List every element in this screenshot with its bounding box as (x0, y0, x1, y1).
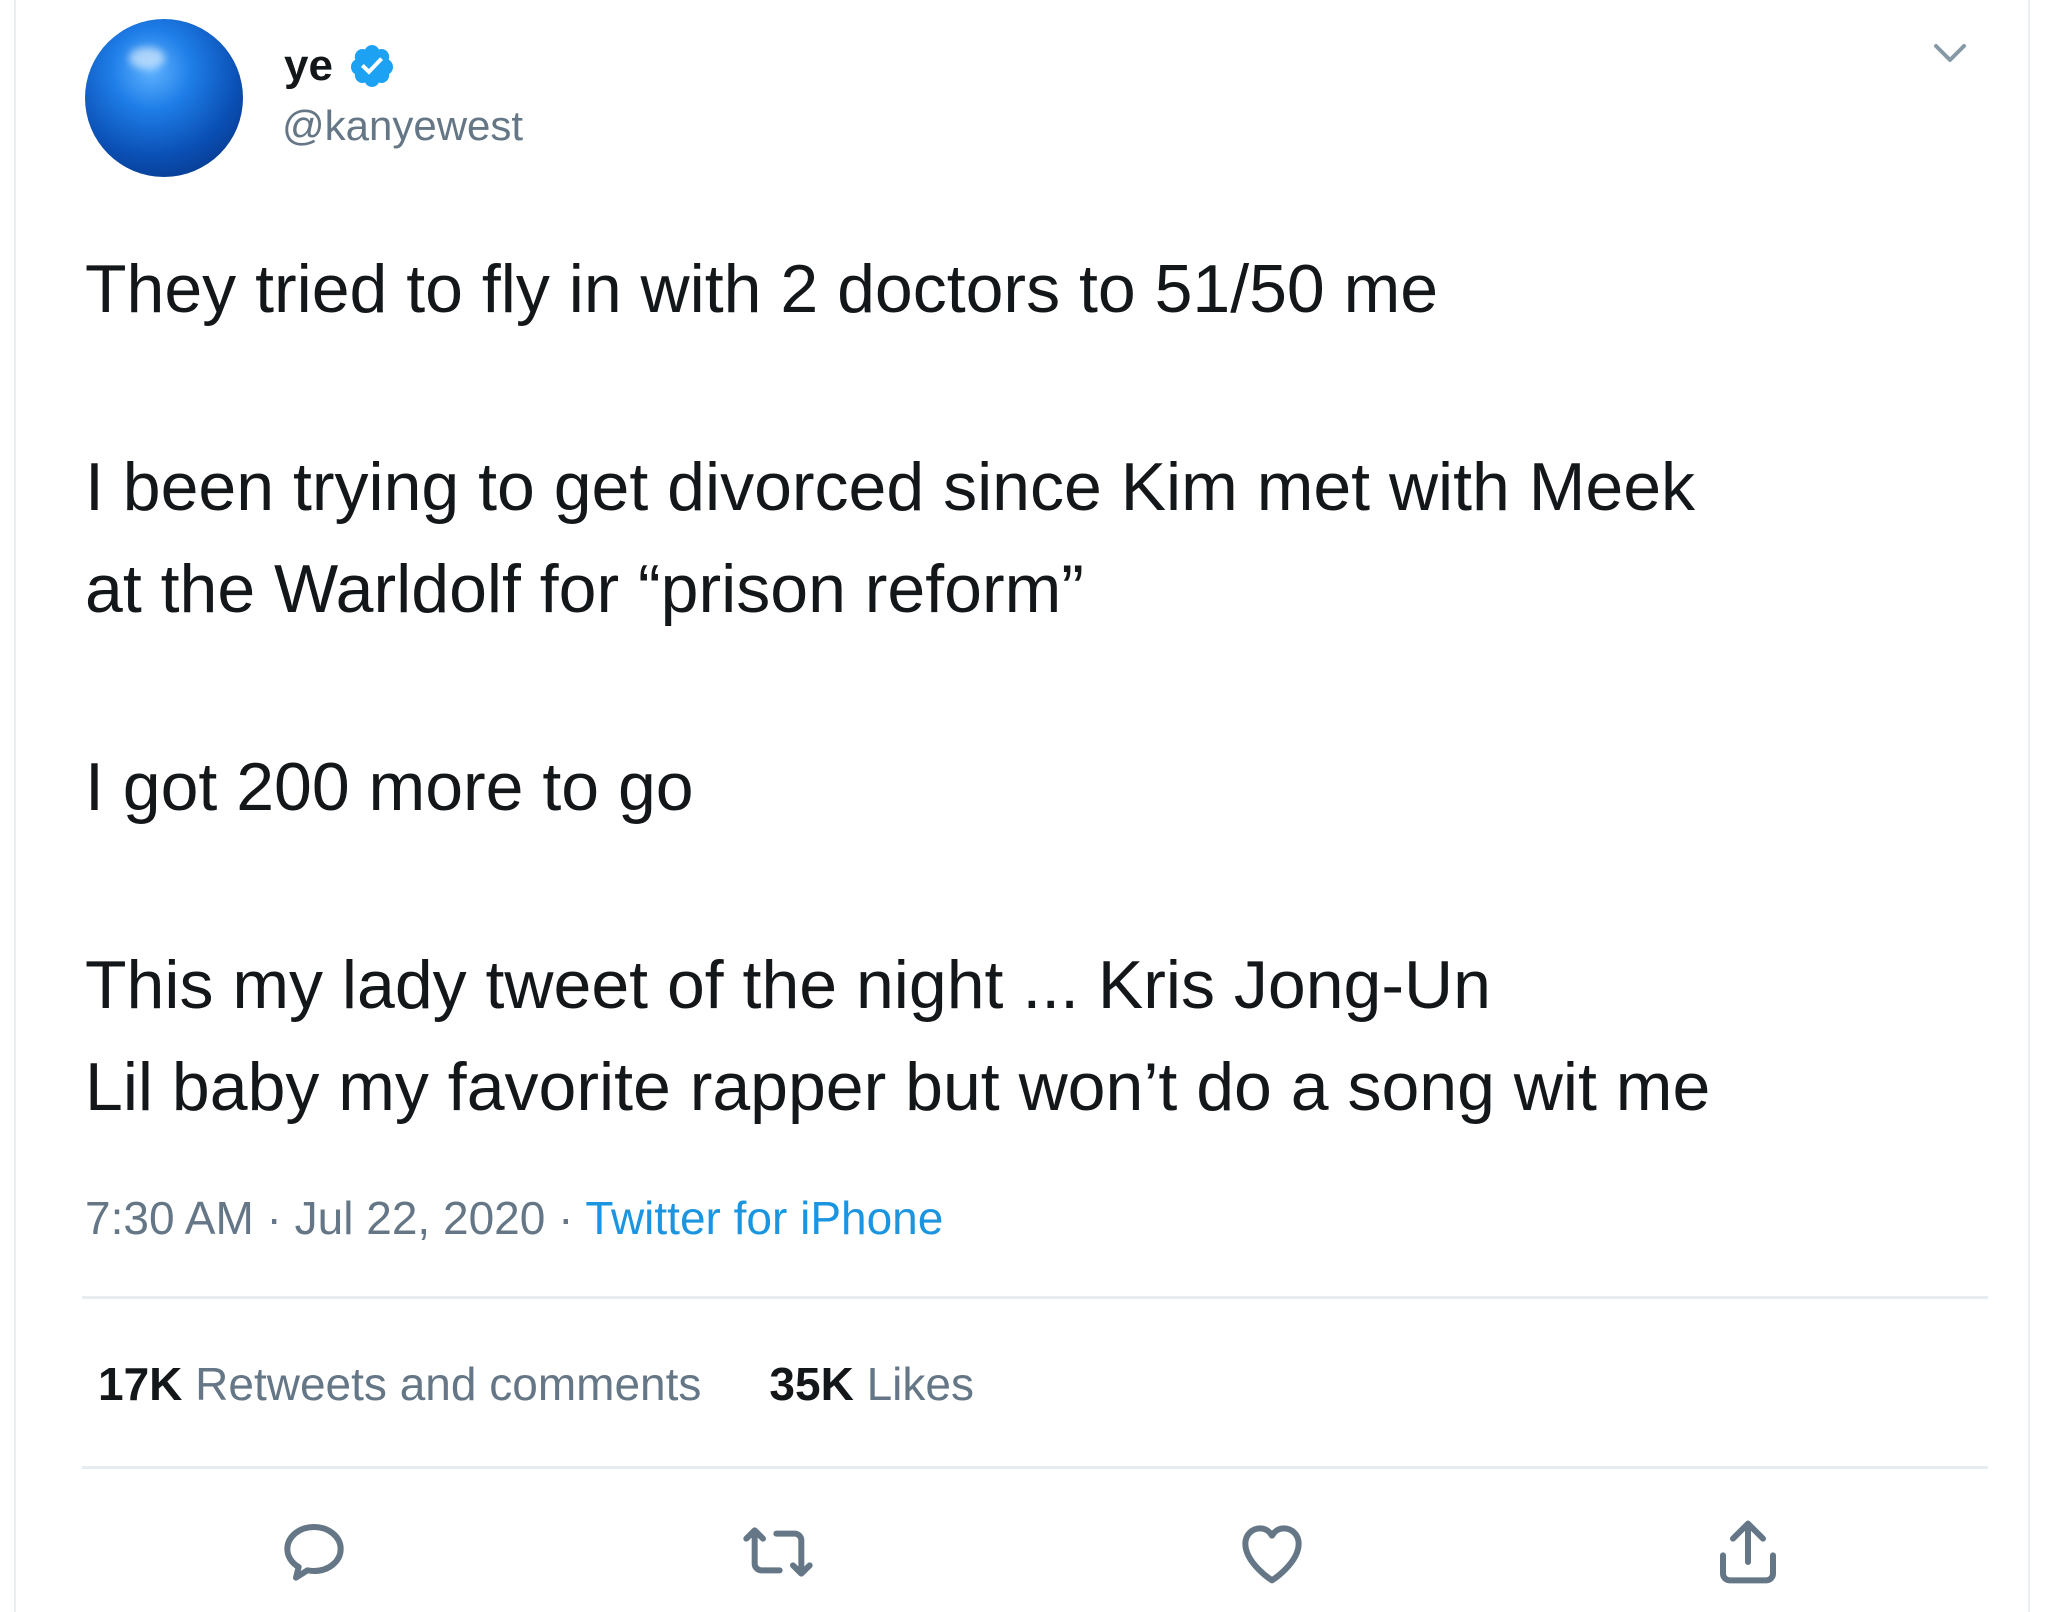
avatar[interactable] (85, 19, 243, 177)
tweet-paragraph: I been trying to get divorced since Kim … (85, 449, 1696, 525)
retweets-label: Retweets and comments (182, 1358, 702, 1410)
likes-count: 35K (769, 1358, 854, 1410)
handle[interactable]: @kanyewest (282, 100, 523, 152)
share-icon[interactable] (1708, 1512, 1788, 1592)
tweet-paragraph: They tried to fly in with 2 doctors to 5… (85, 251, 1439, 327)
tweet-source-link[interactable]: Twitter for iPhone (585, 1192, 943, 1244)
verified-badge-icon (350, 45, 393, 87)
retweet-icon[interactable] (738, 1512, 818, 1592)
likes-stat[interactable]: 35K Likes (769, 1358, 974, 1410)
tweet-text: They tried to fly in with 2 doctors to 5… (85, 238, 1985, 1138)
tweet-paragraph: This my lady tweet of the night ... Kris… (85, 947, 1491, 1023)
likes-label: Likes (853, 1358, 974, 1410)
divider (82, 1296, 1988, 1299)
tweet-paragraph: I got 200 more to go (85, 749, 694, 825)
tweet-time[interactable]: 7:30 AM (85, 1192, 254, 1244)
avatar-highlight (129, 47, 165, 69)
retweets-count: 17K (98, 1358, 183, 1410)
tweet-paragraph: Lil baby my favorite rapper but won’t do… (85, 1049, 1711, 1125)
reply-icon[interactable] (274, 1512, 354, 1592)
divider (82, 1466, 1988, 1469)
tweet-paragraph: at the Warldolf for “prison reform” (85, 551, 1084, 627)
tweet-stats: 17K Retweets and comments 35K Likes (98, 1356, 974, 1412)
meta-separator: · (545, 1192, 586, 1244)
meta-separator: · (253, 1192, 295, 1244)
tweet-date[interactable]: Jul 22, 2020 (295, 1192, 546, 1244)
tweet-card: ye @kanyewest They tried to fly in with … (14, 0, 2030, 1612)
retweets-stat[interactable]: 17K Retweets and comments (98, 1358, 701, 1410)
chevron-down-icon[interactable] (1928, 36, 1972, 72)
like-icon[interactable] (1232, 1512, 1312, 1592)
display-name[interactable]: ye (284, 40, 333, 92)
tweet-metadata: 7:30 AM · Jul 22, 2020 · Twitter for iPh… (85, 1190, 943, 1246)
